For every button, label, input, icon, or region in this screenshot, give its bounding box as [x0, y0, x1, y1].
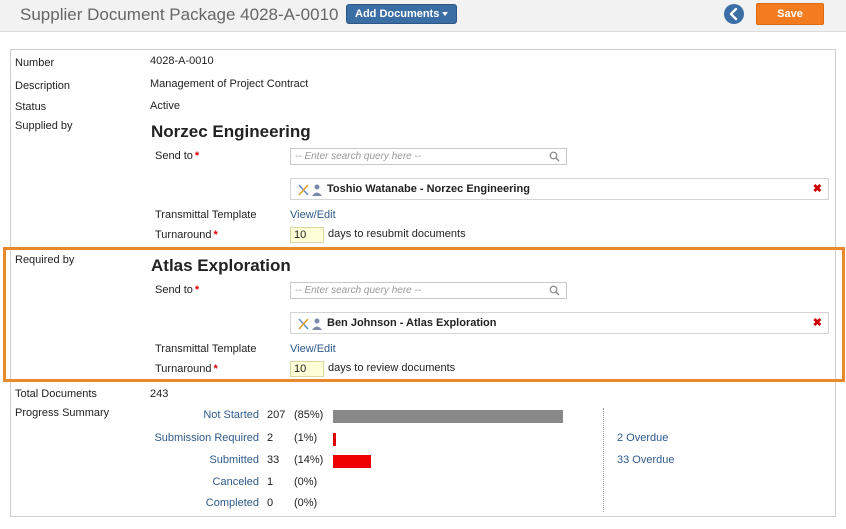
caret-down-icon — [442, 12, 449, 17]
turnaround-label: Turnaround * — [155, 229, 218, 241]
progress-bar — [333, 410, 563, 423]
close-icon[interactable]: ✖ — [813, 316, 822, 329]
close-icon[interactable]: ✖ — [813, 182, 822, 195]
number-label: Number — [15, 57, 55, 69]
progress-count: 2 — [267, 432, 274, 444]
progress-percent: (0%) — [294, 476, 318, 488]
progress-percent: (0%) — [294, 497, 318, 509]
status-value: Active — [150, 100, 180, 112]
recipient-name: Toshio Watanabe - Norzec Engineering — [327, 183, 530, 195]
turnaround-label: Turnaround * — [155, 363, 218, 375]
description-value: Management of Project Contract — [150, 78, 309, 90]
required-company-name: Atlas Exploration — [151, 256, 291, 275]
total-documents-label: Total Documents — [15, 388, 97, 400]
turnaround-text: Turnaround — [155, 229, 212, 241]
search-icon — [549, 151, 560, 162]
required-star: * — [194, 150, 200, 162]
transmittal-template-label: Transmittal Template — [155, 209, 257, 221]
progress-bar — [333, 455, 371, 468]
page-title: Supplier Document Package 4028-A-0010 — [20, 5, 339, 24]
progress-status-link[interactable]: Completed — [120, 497, 259, 509]
progress-count: 0 — [267, 497, 274, 509]
progress-bar — [333, 433, 336, 446]
status-label: Status — [15, 101, 47, 113]
turnaround-suffix: days to resubmit documents — [328, 228, 466, 240]
transmittal-view-edit-link[interactable]: View/Edit — [290, 209, 336, 221]
send-to-label: Send to * — [155, 284, 199, 296]
progress-status-link[interactable]: Submission Required — [120, 432, 259, 444]
send-to-search-input[interactable]: -- Enter search query here -- — [290, 282, 567, 299]
turnaround-suffix: days to review documents — [328, 362, 456, 374]
progress-percent: (1%) — [294, 432, 318, 444]
save-button[interactable]: Save — [756, 3, 824, 25]
send-to-text: Send to — [155, 150, 193, 162]
overdue-link[interactable]: 2 Overdue — [617, 432, 668, 444]
chevron-left-icon — [729, 7, 738, 21]
turnaround-days-input[interactable]: 10 — [290, 227, 324, 243]
progress-status-link[interactable]: Not Started — [120, 409, 259, 421]
required-star: * — [213, 363, 218, 375]
turnaround-text: Turnaround — [155, 363, 212, 375]
back-button[interactable] — [724, 4, 744, 24]
send-to-search-input[interactable]: -- Enter search query here -- — [290, 148, 567, 165]
progress-percent: (14%) — [294, 454, 324, 466]
search-placeholder: -- Enter search query here -- — [295, 151, 422, 162]
page-header: Supplier Document Package 4028-A-0010 Ad… — [0, 0, 846, 32]
supplied-by-label: Supplied by — [15, 120, 73, 132]
turnaround-days-input[interactable]: 10 — [290, 361, 324, 377]
send-to-label: Send to * — [155, 150, 199, 162]
progress-count: 33 — [267, 454, 280, 466]
required-star: * — [213, 229, 218, 241]
progress-count: 207 — [267, 409, 286, 421]
progress-status-link[interactable]: Canceled — [120, 476, 259, 488]
recipient-chip: Ben Johnson - Atlas Exploration ✖ — [290, 312, 829, 334]
search-placeholder: -- Enter search query here -- — [295, 285, 422, 296]
people-icon — [298, 184, 322, 196]
total-documents-value: 243 — [150, 388, 169, 400]
search-icon — [549, 285, 560, 296]
required-star: * — [194, 284, 200, 296]
number-value: 4028-A-0010 — [150, 55, 214, 67]
overdue-link[interactable]: 33 Overdue — [617, 454, 674, 466]
add-documents-label: Add Documents — [355, 8, 440, 20]
progress-count: 1 — [267, 476, 274, 488]
send-to-text: Send to — [155, 284, 193, 296]
column-divider — [603, 408, 604, 512]
progress-summary-label: Progress Summary — [15, 407, 110, 419]
add-documents-button[interactable]: Add Documents — [346, 4, 458, 24]
description-label: Description — [15, 80, 71, 92]
recipient-name: Ben Johnson - Atlas Exploration — [327, 317, 497, 329]
people-icon — [298, 318, 322, 330]
transmittal-template-label: Transmittal Template — [155, 343, 257, 355]
progress-status-link[interactable]: Submitted — [120, 454, 259, 466]
required-by-label: Required by — [15, 254, 75, 266]
transmittal-view-edit-link[interactable]: View/Edit — [290, 343, 336, 355]
progress-percent: (85%) — [294, 409, 324, 421]
supplier-company-name: Norzec Engineering — [151, 122, 311, 141]
recipient-chip: Toshio Watanabe - Norzec Engineering ✖ — [290, 178, 829, 200]
